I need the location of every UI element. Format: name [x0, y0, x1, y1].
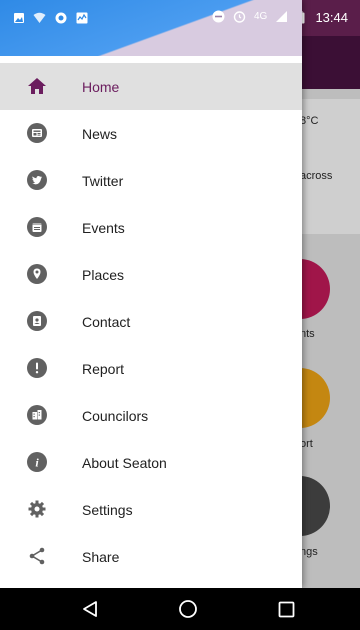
menu-item-label: Twitter: [82, 173, 124, 189]
network-type: 4G: [254, 11, 268, 22]
recents-icon: [278, 601, 294, 617]
menu-item-label: Settings: [82, 502, 133, 518]
twitter-icon: [27, 170, 47, 190]
events-icon: [27, 217, 47, 237]
menu-item-councilors[interactable]: Councilors: [0, 392, 302, 439]
wifi-question-icon: [33, 11, 46, 24]
share-icon: [27, 546, 47, 566]
navigation-drawer: 4G Home News Twitter Events Places Conta…: [0, 0, 302, 588]
news-icon: [27, 123, 47, 143]
background-weather-text: 8°C: [300, 115, 319, 127]
info-icon: i: [27, 452, 47, 472]
alarm-icon: [233, 10, 246, 23]
home-button[interactable]: [177, 598, 199, 620]
menu-item-label: Councilors: [82, 408, 149, 424]
clock: 13:44: [315, 10, 348, 25]
contact-icon: [27, 311, 47, 331]
report-icon: [27, 358, 47, 378]
dnd-icon: [212, 10, 225, 23]
menu-item-events[interactable]: Events: [0, 204, 302, 251]
activity-icon: [75, 11, 88, 24]
image-icon: [12, 11, 25, 24]
signal-icon: [275, 10, 288, 23]
place-icon: [27, 264, 47, 284]
recents-button[interactable]: [275, 598, 297, 620]
background-across-text: across: [300, 170, 333, 182]
drawer-header: 4G: [0, 0, 302, 56]
menu-item-label: Events: [82, 220, 125, 236]
back-icon: [83, 601, 97, 617]
record-icon: [54, 11, 67, 24]
home-circle-icon: [179, 600, 197, 618]
gear-icon: [27, 499, 47, 519]
menu-item-label: News: [82, 126, 118, 142]
menu-item-contact[interactable]: Contact: [0, 298, 302, 345]
background-label-1: nts: [300, 328, 315, 340]
drawer-menu: Home News Twitter Events Places Contact …: [0, 63, 302, 580]
menu-item-about-seaton[interactable]: i About Seaton: [0, 439, 302, 486]
menu-item-label: Places: [82, 267, 125, 283]
system-nav-bar: [0, 588, 360, 630]
menu-item-home[interactable]: Home: [0, 63, 302, 110]
menu-item-places[interactable]: Places: [0, 251, 302, 298]
menu-item-label: Share: [82, 549, 120, 565]
councilors-icon: [27, 405, 47, 425]
back-button[interactable]: [79, 598, 101, 620]
menu-item-label: Contact: [82, 314, 131, 330]
menu-item-settings[interactable]: Settings: [0, 486, 302, 533]
menu-item-label: Report: [82, 361, 125, 377]
background-label-3: ngs: [300, 546, 318, 558]
menu-item-twitter[interactable]: Twitter: [0, 157, 302, 204]
menu-item-label: About Seaton: [82, 455, 167, 471]
menu-item-share[interactable]: Share: [0, 533, 302, 580]
menu-item-report[interactable]: Report: [0, 345, 302, 392]
menu-item-label: Home: [82, 79, 120, 95]
menu-item-news[interactable]: News: [0, 110, 302, 157]
home-icon: [27, 76, 47, 96]
